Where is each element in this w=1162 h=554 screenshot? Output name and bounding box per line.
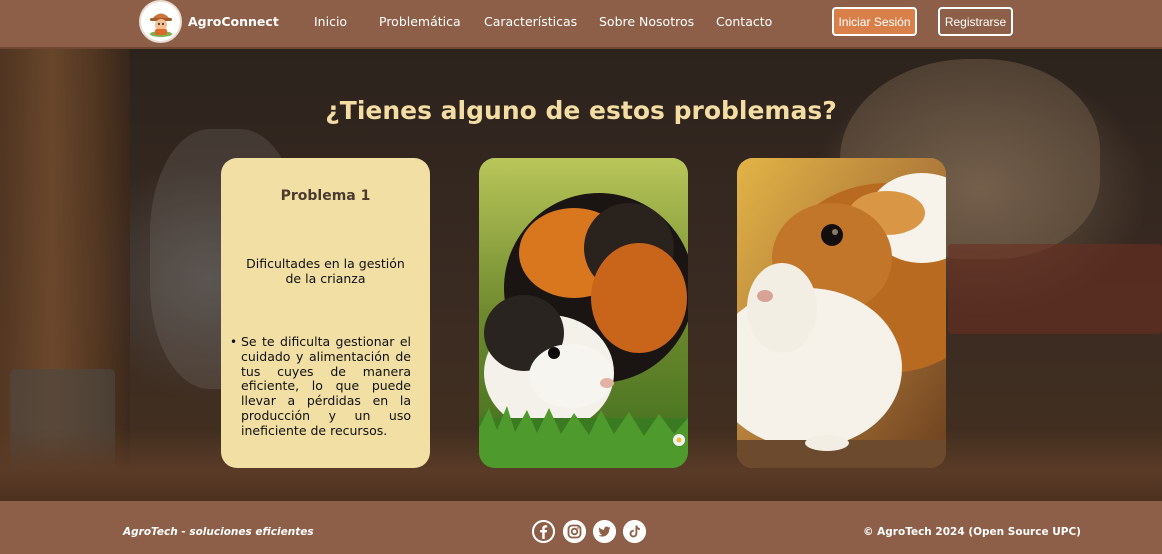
- problem-card-subtitle: Dificultades en la gestión de la crianza: [246, 256, 405, 286]
- problems-section: ¿Tienes alguno de estos problemas? Probl…: [0, 49, 1162, 501]
- list-item-text: Se te dificulta gestionar el cuidado y a…: [241, 334, 411, 438]
- problem-card-title: Problema 1: [280, 188, 371, 204]
- guinea-pig-photo-2: [737, 158, 946, 468]
- section-title: ¿Tienes alguno de estos problemas?: [325, 96, 837, 125]
- nav-link-inicio[interactable]: Inicio: [314, 14, 347, 29]
- login-button[interactable]: Iniciar Sesión: [832, 7, 917, 36]
- list-item: • Se te dificulta gestionar el cuidado y…: [230, 334, 411, 439]
- footer: AgroTech - soluciones eficientes © AgroT…: [0, 501, 1162, 554]
- problem-card-list: • Se te dificulta gestionar el cuidado y…: [230, 334, 411, 439]
- twitter-icon[interactable]: [593, 520, 616, 543]
- footer-copyright: © AgroTech 2024 (Open Source UPC): [863, 526, 1081, 538]
- nav-link-problematica[interactable]: Problemática: [379, 14, 461, 29]
- tiktok-icon[interactable]: [623, 520, 646, 543]
- footer-slogan: AgroTech - soluciones eficientes: [123, 526, 314, 538]
- instagram-icon[interactable]: [563, 520, 586, 543]
- nav-link-sobre-nosotros[interactable]: Sobre Nosotros: [599, 14, 694, 29]
- logo-icon[interactable]: [139, 0, 182, 43]
- brand-name[interactable]: AgroConnect: [188, 14, 279, 29]
- navbar: AgroConnect Inicio Problemática Caracter…: [0, 0, 1162, 49]
- bullet-icon: •: [230, 335, 238, 349]
- nav-link-caracteristicas[interactable]: Características: [484, 14, 577, 29]
- register-button[interactable]: Registrarse: [938, 7, 1013, 36]
- background-books: [948, 244, 1162, 334]
- problem-card: Problema 1 Dificultades en la gestión de…: [221, 158, 430, 468]
- facebook-icon[interactable]: [532, 520, 555, 543]
- nav-link-contacto[interactable]: Contacto: [716, 14, 772, 29]
- guinea-pig-photo-1: [479, 158, 688, 468]
